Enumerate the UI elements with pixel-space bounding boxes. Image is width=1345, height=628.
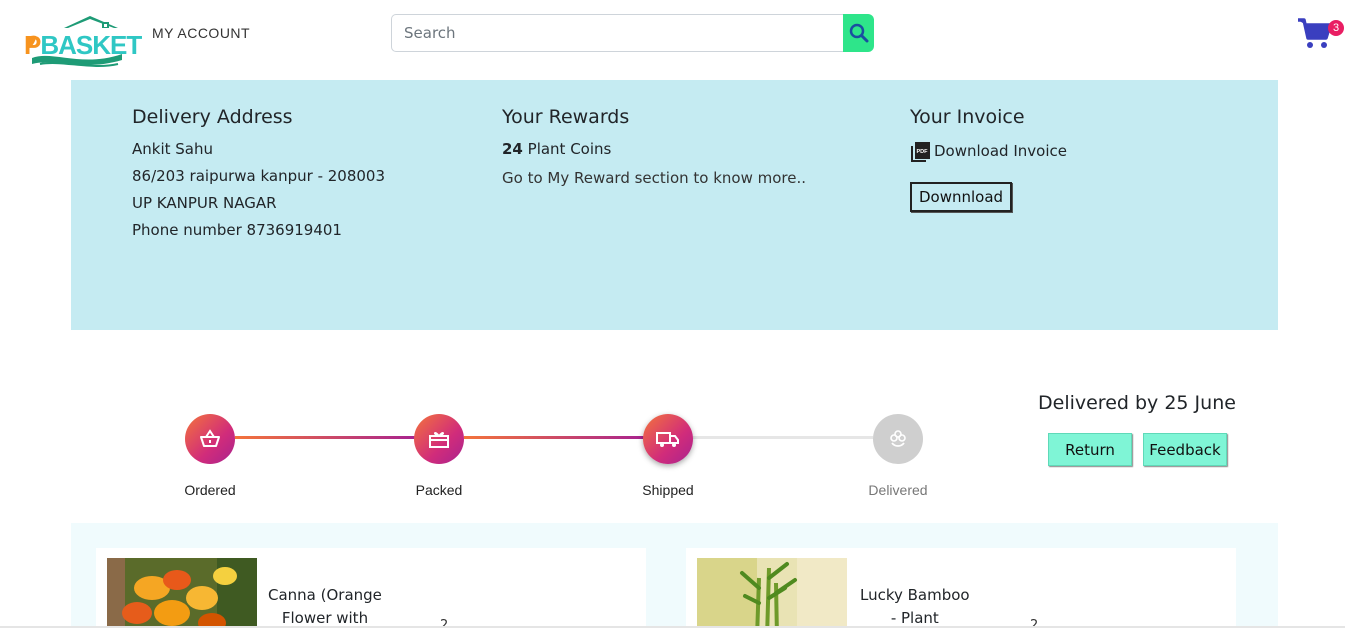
product-name-canna: Canna (Orange Flower with	[268, 584, 382, 628]
rewards-title: Your Rewards	[502, 106, 630, 128]
cart-count-badge: 3	[1328, 20, 1344, 36]
rewards-section: Your Rewards 24 Plant Coins Go to My Rew…	[502, 106, 806, 194]
step-label-delivered: Delivered	[868, 482, 928, 498]
delivery-address-title: Delivery Address	[132, 106, 293, 128]
logo-letter-p: P	[24, 30, 41, 60]
invoice-title: Your Invoice	[910, 106, 1025, 128]
order-info-panel: Delivery Address Ankit Sahu 86/203 raipu…	[71, 80, 1278, 330]
progress-line-shipped-delivered	[693, 436, 873, 439]
step-label-ordered: Ordered	[184, 482, 236, 498]
address-phone: Phone number 8736919401	[132, 221, 342, 239]
product-name-bamboo: Lucky Bamboo - Plant	[860, 584, 970, 628]
logo-word-basket: BASKET	[40, 30, 142, 60]
product-name-line1: Lucky Bamboo	[860, 586, 970, 604]
step-packed	[414, 414, 464, 464]
address-line1: 86/203 raipurwa kanpur - 208003	[132, 167, 386, 185]
step-shipped	[643, 414, 693, 464]
gift-box-icon	[429, 432, 449, 448]
download-invoice-label: Download Invoice	[934, 142, 1067, 160]
pbasket-logo[interactable]: PBASKET	[22, 14, 142, 72]
pdf-file-icon: PDF	[911, 142, 930, 162]
delivery-address-section: Delivery Address Ankit Sahu 86/203 raipu…	[132, 106, 385, 244]
step-delivered	[873, 414, 923, 464]
lucky-bamboo-image	[697, 558, 847, 628]
step-label-shipped: Shipped	[642, 482, 694, 498]
product-image-canna	[107, 558, 257, 628]
products-section: Canna (Orange Flower with 2 Lucky Bamboo…	[71, 523, 1278, 628]
address-line2: UP KANPUR NAGAR	[132, 194, 277, 212]
flower-icon	[890, 430, 906, 447]
logo-text: PBASKET	[24, 30, 142, 61]
product-name-line2: Flower with	[281, 609, 369, 627]
step-ordered	[185, 414, 235, 464]
basket-icon	[200, 429, 220, 447]
search-icon	[849, 23, 868, 43]
search-bar	[391, 14, 874, 52]
product-image-bamboo	[697, 558, 847, 628]
search-input[interactable]	[391, 14, 843, 52]
step-label-packed: Packed	[415, 482, 463, 498]
cart-icon	[1298, 18, 1332, 48]
canna-flower-image	[107, 558, 257, 628]
reward-coins: 24 Plant Coins	[502, 136, 806, 163]
reward-coins-label: Plant Coins	[522, 140, 612, 158]
product-card-canna[interactable]: Canna (Orange Flower with 2	[96, 548, 646, 628]
reward-note: Go to My Reward section to know more..	[502, 169, 807, 187]
invoice-section: Your Invoice PDF Download Invoice Downnl…	[910, 106, 1067, 212]
address-name: Ankit Sahu	[132, 140, 213, 158]
progress-line-packed-shipped	[464, 436, 644, 439]
svg-text:PDF: PDF	[917, 149, 929, 155]
product-card-bamboo[interactable]: Lucky Bamboo - Plant 2	[686, 548, 1236, 628]
return-button[interactable]: Return	[1048, 433, 1132, 466]
progress-line-ordered-packed	[235, 436, 415, 439]
reward-coins-count: 24	[502, 140, 523, 158]
product-name-line2: - Plant	[890, 609, 939, 627]
download-invoice-link[interactable]: PDF Download Invoice	[910, 140, 1067, 162]
feedback-button[interactable]: Feedback	[1143, 433, 1227, 466]
product-name-line1: Canna (Orange	[268, 586, 382, 604]
truck-icon	[656, 432, 679, 447]
delivered-by-text: Delivered by 25 June	[1038, 392, 1236, 414]
search-button[interactable]	[843, 14, 874, 52]
download-button[interactable]: Downnload	[910, 182, 1013, 212]
my-account-link[interactable]: MY ACCOUNT	[152, 25, 250, 41]
